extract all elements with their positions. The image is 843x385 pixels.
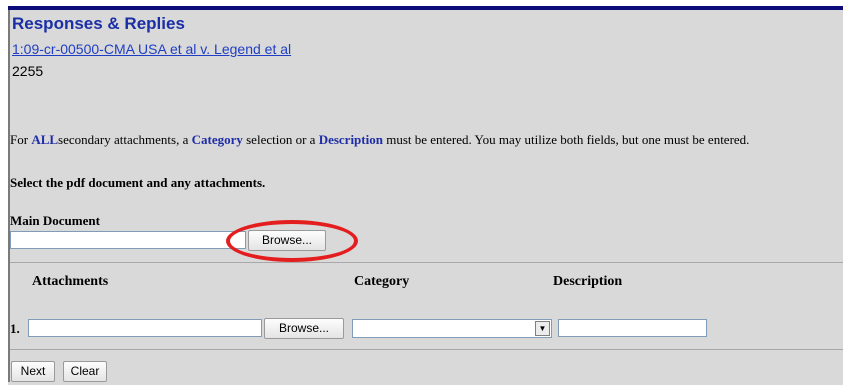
attachment-file-input[interactable] xyxy=(28,319,262,337)
top-border xyxy=(8,6,843,10)
main-document-file-input[interactable] xyxy=(10,231,246,249)
instr-all: ALL xyxy=(31,132,59,147)
category-header: Category xyxy=(354,274,410,289)
attachment-row-number: 1. xyxy=(10,321,20,336)
next-button[interactable]: Next xyxy=(11,361,55,382)
document-number: 2255 xyxy=(12,63,44,79)
main-document-label: Main Document xyxy=(10,213,100,228)
description-input[interactable] xyxy=(558,319,707,337)
description-header: Description xyxy=(553,274,623,289)
select-note: Select the pdf document and any attachme… xyxy=(10,175,266,190)
attachments-header: Attachments xyxy=(32,274,109,289)
page-title: Responses & Replies xyxy=(12,14,185,33)
case-link[interactable]: 1:09-cr-00500-CMA USA et al v. Legend et… xyxy=(12,41,291,57)
instr-part4: must be entered. You may utilize both fi… xyxy=(382,132,750,147)
main-document-browse-button[interactable]: Browse... xyxy=(248,230,326,251)
instr-description: Description xyxy=(318,132,383,147)
instr-category: Category xyxy=(191,132,243,147)
attachment-instructions: For ALLsecondary attachments, a Category… xyxy=(10,132,749,148)
instr-part2: secondary attachments, a xyxy=(58,132,192,147)
instr-part1: For xyxy=(10,132,32,147)
divider-bottom xyxy=(10,349,843,350)
instr-part3: selection or a xyxy=(242,132,319,147)
divider-top xyxy=(10,262,843,263)
clear-button[interactable]: Clear xyxy=(63,361,107,382)
chevron-down-icon[interactable]: ▼ xyxy=(535,321,550,336)
category-select[interactable]: ▼ xyxy=(352,319,552,338)
attachment-browse-button[interactable]: Browse... xyxy=(264,318,344,339)
